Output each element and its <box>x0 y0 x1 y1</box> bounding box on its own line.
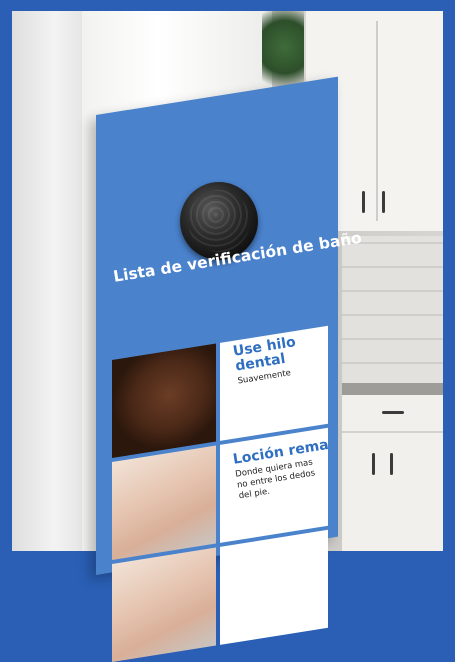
lower-cabinet <box>342 395 443 551</box>
cabinet-handle-icon <box>390 453 393 475</box>
foot-lotion-photo <box>112 445 216 560</box>
backsplash <box>342 236 443 386</box>
item-panel <box>220 529 328 645</box>
door-edge <box>12 11 82 551</box>
cabinet-handle-icon <box>362 191 365 213</box>
drawer-handle-icon <box>382 411 404 414</box>
countertop <box>342 383 443 395</box>
item-photo <box>112 547 216 662</box>
flossing-photo <box>112 343 216 458</box>
cabinet-handle-icon <box>382 191 385 213</box>
cabinet-handle-icon <box>372 453 375 475</box>
